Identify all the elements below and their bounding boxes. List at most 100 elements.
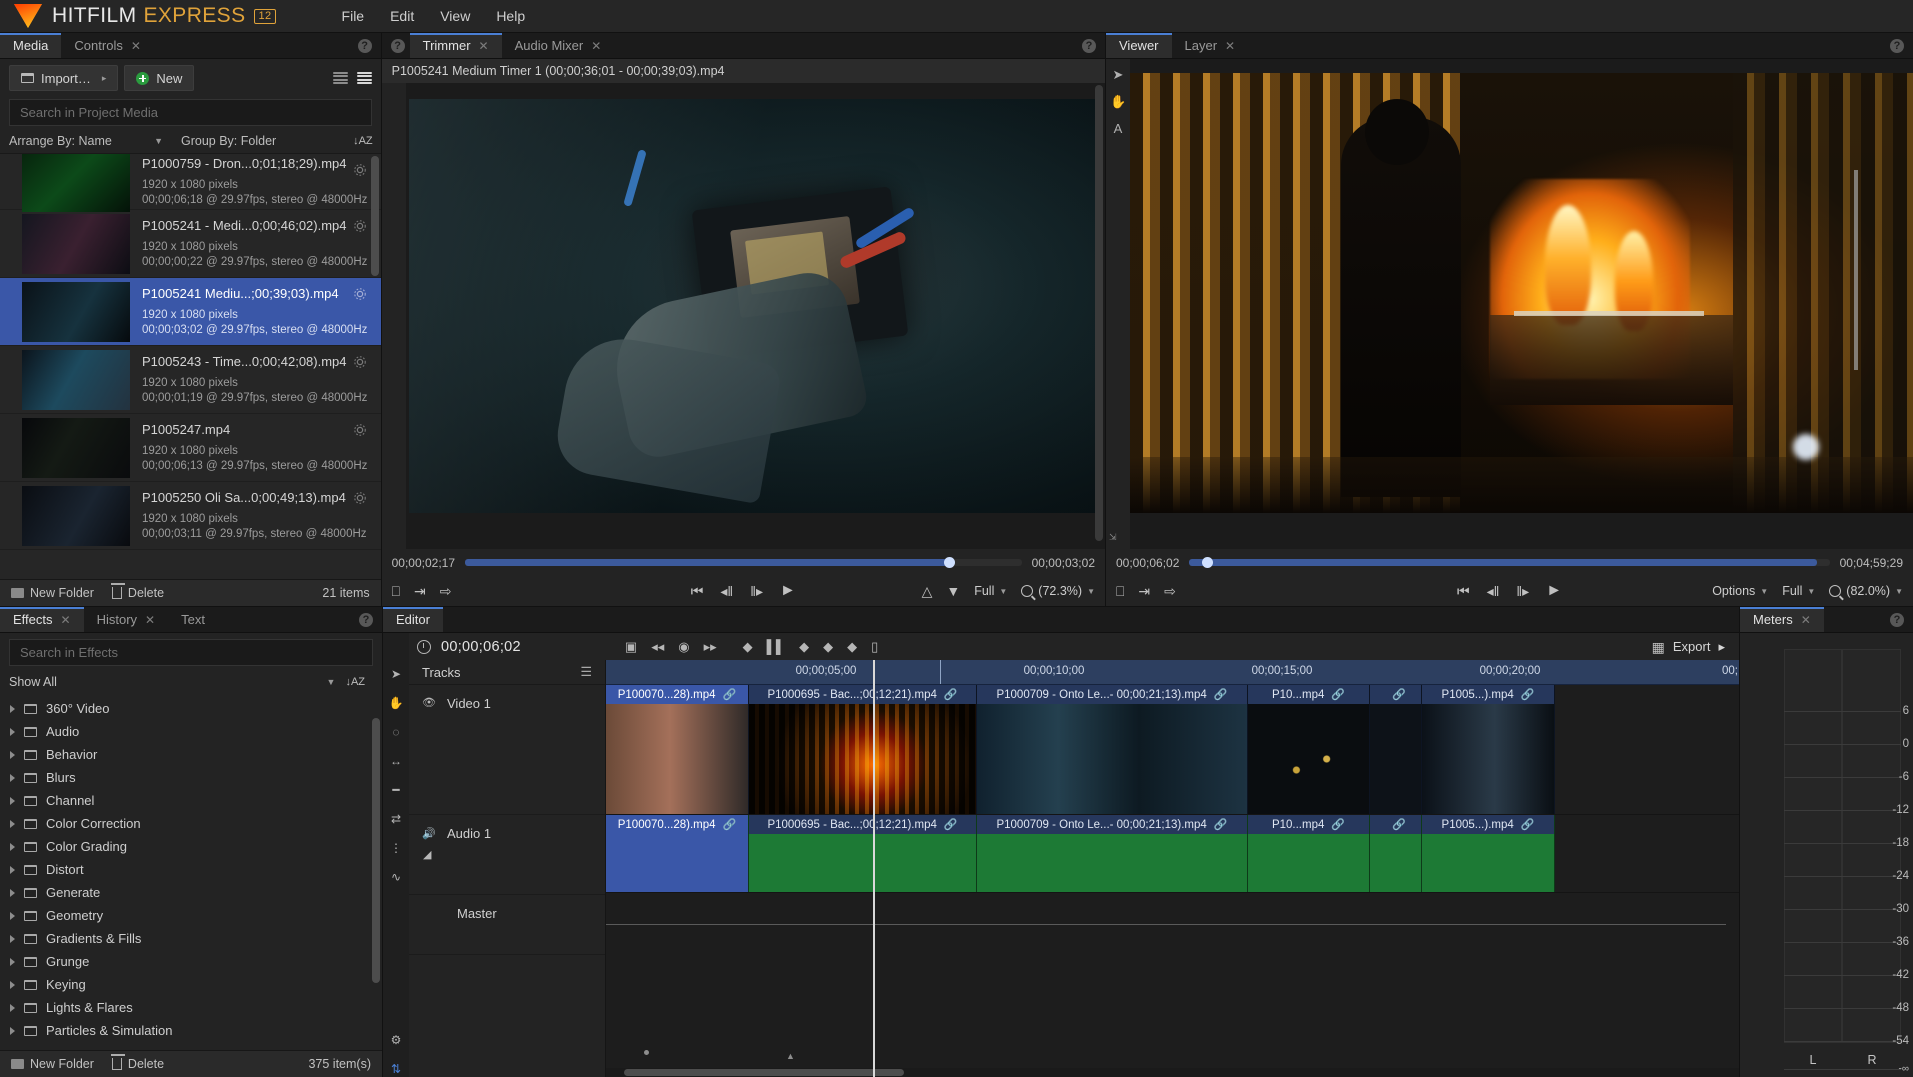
track-video-1[interactable]: 👁 Video 1 (409, 685, 605, 815)
video-track-row[interactable]: P100070...28).mp4🔗 P1000695 - Bac...;00;… (606, 685, 1739, 815)
list-item[interactable]: P1000759 - Dron...0;01;18;29).mp4 1920 x… (0, 154, 381, 210)
keyframe-linear-icon[interactable]: ◆ (799, 640, 809, 653)
timeline-clip[interactable]: P1000709 - Onto Le...- 00;00;21;13).mp4🔗 (977, 685, 1248, 814)
fx-category-row[interactable]: Lights & Flares (0, 996, 382, 1019)
export-button[interactable]: ▦ Export ▸ (1652, 639, 1739, 655)
effects-filter-dropdown[interactable]: Show All ▼ ↓AZ (0, 669, 382, 694)
media-scrollbar[interactable] (371, 156, 379, 276)
close-icon[interactable]: ✕ (131, 39, 141, 53)
timeline-clip[interactable]: P10...mp4🔗 (1248, 685, 1370, 814)
menu-view[interactable]: View (440, 8, 470, 24)
link-icon[interactable]: 🔗 (1392, 688, 1406, 701)
sort-az-icon[interactable]: ↓AZ (345, 676, 365, 688)
slide-tool-icon[interactable]: ⇄ (389, 812, 404, 827)
timeline-audio-clip[interactable]: P100070...28).mp4🔗 (606, 815, 749, 892)
fx-category-row[interactable]: Keying (0, 973, 382, 996)
keyframe-ease-icon[interactable]: ◆ (823, 640, 833, 653)
editor-timecode-group[interactable]: 00;00;06;02 (417, 639, 521, 655)
list-item[interactable]: P1005247.mp4 1920 x 1080 pixels 00;00;06… (0, 414, 381, 482)
new-folder-button[interactable]: New Folder (11, 1057, 94, 1071)
step-back-button[interactable]: ◂‖ (720, 584, 733, 598)
timeline-playhead[interactable] (873, 660, 875, 1077)
timeline-audio-clip[interactable]: P1005...).mp4🔗 (1422, 815, 1555, 892)
chevron-right-icon[interactable] (10, 912, 15, 920)
select-tool-icon[interactable]: ➤ (389, 667, 404, 682)
fx-category-row[interactable]: Grunge (0, 950, 382, 973)
trimmer-scrubber[interactable] (465, 559, 1022, 566)
prev-keyframe-icon[interactable]: ◂◂ (651, 640, 664, 653)
gear-icon[interactable] (353, 423, 367, 437)
effects-search-input[interactable]: Search in Effects (9, 639, 373, 666)
gear-icon[interactable] (353, 287, 367, 301)
group-by-dropdown[interactable]: Group By: Folder ↓AZ (172, 129, 381, 153)
link-icon[interactable]: 🔗 (1521, 688, 1535, 701)
play-button[interactable]: ► (780, 583, 796, 599)
rate-tool-icon[interactable]: ⋮ (389, 841, 404, 856)
tab-layer[interactable]: Layer ✕ (1172, 33, 1249, 58)
skip-to-start-button[interactable]: ⏮ (691, 584, 704, 598)
fx-category-row[interactable]: Color Grading (0, 835, 382, 858)
viewer-resize-grip[interactable]: ⇲ (1109, 532, 1117, 543)
help-icon[interactable]: ? (358, 39, 372, 53)
effects-category-tree[interactable]: 360° Video Audio Behavior Blurs Channel … (0, 694, 382, 1050)
close-icon[interactable]: ✕ (479, 39, 489, 53)
fx-category-row[interactable]: Channel (0, 789, 382, 812)
tab-viewer[interactable]: Viewer (1106, 33, 1172, 58)
hand-tool-icon[interactable]: ✋ (389, 696, 404, 711)
close-icon[interactable]: ✕ (1801, 613, 1811, 627)
link-icon[interactable]: 🔗 (723, 688, 737, 701)
tab-effects[interactable]: Effects ✕ (0, 607, 84, 632)
list-item[interactable]: P1005250 Oli Sa...0;00;49;13).mp4 1920 x… (0, 482, 381, 550)
tab-editor[interactable]: Editor (383, 607, 443, 632)
link-icon[interactable]: 🔗 (944, 818, 958, 831)
step-forward-button[interactable]: ‖▸ (750, 584, 763, 598)
tracks-menu-icon[interactable]: ☰ (580, 664, 592, 680)
chevron-right-icon[interactable] (10, 958, 15, 966)
link-icon[interactable]: 🔗 (1214, 818, 1228, 831)
snapping-toggle-icon[interactable]: ⇅ (389, 1062, 404, 1077)
chevron-right-icon[interactable] (10, 751, 15, 759)
timeline-zoom-handle[interactable]: ▲ (786, 1051, 795, 1061)
effects-scrollbar[interactable] (372, 718, 380, 983)
link-icon[interactable]: 🔗 (1214, 688, 1228, 701)
slip-tool-icon[interactable]: ◌ (389, 725, 404, 740)
close-icon[interactable]: ✕ (1225, 39, 1235, 53)
detail-view-icon[interactable] (357, 72, 372, 85)
export-out-icon[interactable]: ⇨ (440, 584, 452, 598)
timeline-clip[interactable]: P100070...28).mp4🔗 (606, 685, 749, 814)
export-in-icon[interactable]: ⇥ (1138, 584, 1150, 598)
arrange-by-dropdown[interactable]: Arrange By: Name ▼ (0, 129, 172, 153)
help-icon[interactable]: ? (391, 39, 405, 53)
link-icon[interactable]: 🔗 (1331, 818, 1345, 831)
chevron-right-icon[interactable] (10, 820, 15, 828)
chevron-right-icon[interactable] (10, 889, 15, 897)
timeline-settings-icon[interactable]: ⚙ (389, 1033, 404, 1048)
timeline-audio-clip[interactable]: P10...mp4🔗 (1248, 815, 1370, 892)
fx-category-row[interactable]: Blurs (0, 766, 382, 789)
tab-controls[interactable]: Controls ✕ (61, 33, 153, 58)
audio-waveform-icon[interactable]: ◢ (423, 848, 437, 862)
viewer-scrubber[interactable] (1189, 559, 1829, 566)
list-item[interactable]: P1005243 - Time...0;00;42;08).mp4 1920 x… (0, 346, 381, 414)
media-search-input[interactable]: Search in Project Media (9, 99, 372, 126)
trimmer-zoom-dropdown[interactable]: (72.3%) ▼ (1021, 584, 1095, 598)
crop-icon[interactable]: ⎕ (1116, 584, 1124, 598)
play-button[interactable]: ► (1546, 583, 1562, 599)
speaker-icon[interactable]: 🔊 (422, 827, 436, 841)
razor-tool-icon[interactable]: ━ (389, 783, 404, 798)
audio-track-row[interactable]: P100070...28).mp4🔗 P1000695 - Bac...;00;… (606, 815, 1739, 893)
gear-icon[interactable] (353, 163, 367, 177)
fx-category-row[interactable]: Color Correction (0, 812, 382, 835)
gear-icon[interactable] (353, 219, 367, 233)
text-tool-icon[interactable]: A (1110, 121, 1126, 137)
new-button[interactable]: New (124, 65, 194, 91)
viewer-video-area[interactable] (1130, 59, 1913, 549)
next-keyframe-icon[interactable]: ▸▸ (704, 640, 717, 653)
trimmer-playhead-handle[interactable] (944, 557, 955, 568)
fx-category-row[interactable]: Generate (0, 881, 382, 904)
trimmer-quality-dropdown[interactable]: Full ▼ (974, 584, 1007, 598)
master-track-row[interactable] (606, 893, 1739, 973)
trim-tool-icon[interactable]: ↔ (389, 754, 404, 769)
chevron-right-icon[interactable] (10, 981, 15, 989)
link-icon[interactable]: 🔗 (723, 818, 737, 831)
